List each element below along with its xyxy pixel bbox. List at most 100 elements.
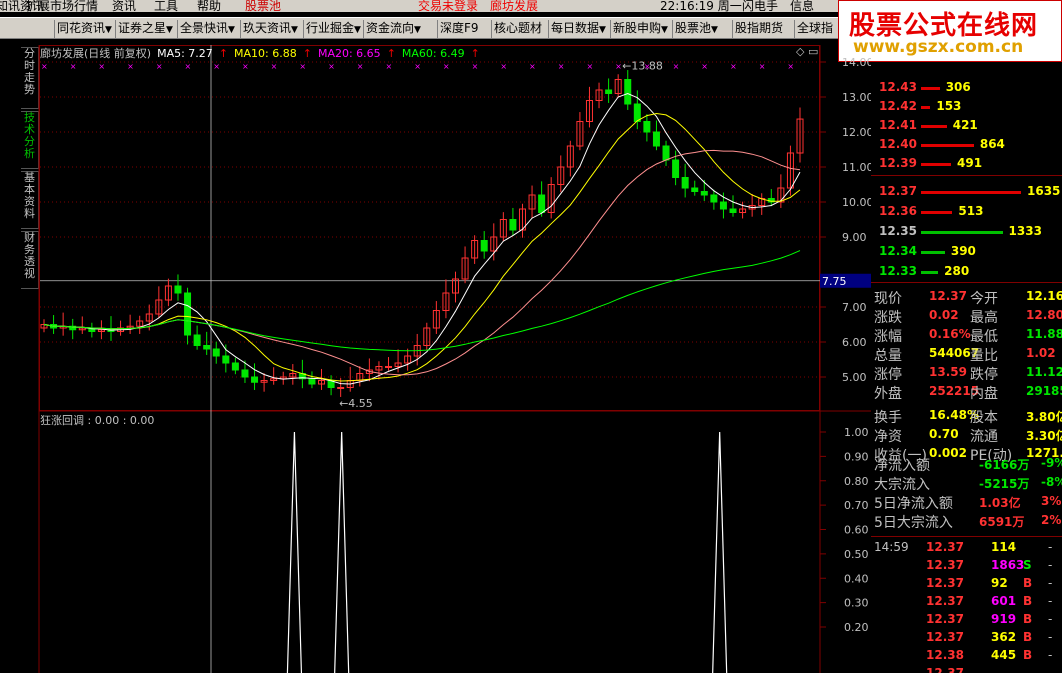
candle-body xyxy=(480,240,488,252)
menu-item-stock-pool[interactable]: 股票池 xyxy=(245,0,281,12)
bid-level: 12.37 1635 xyxy=(871,183,1062,201)
toolbar-separator xyxy=(732,20,733,38)
tick-marker: - xyxy=(1048,558,1053,572)
signal-marker: × xyxy=(615,62,622,71)
signal-marker: × xyxy=(414,62,421,71)
stat-label: 总量 xyxy=(874,348,902,364)
ask-level: 12.40 864 xyxy=(871,136,1062,154)
bid-price: 12.37 xyxy=(879,184,917,198)
toolbar-separator xyxy=(672,20,673,38)
bid-volume: 280 xyxy=(944,264,970,278)
toolbar-button-4[interactable]: 行业掘金▼ xyxy=(306,21,361,37)
stat-label: 涨跌 xyxy=(874,310,902,326)
volume-bar xyxy=(921,87,940,90)
toolbar-button-3[interactable]: 玖天资讯▼ xyxy=(243,21,298,37)
window-icon[interactable]: ▭ xyxy=(808,45,818,58)
price-axis-label: 12.00 xyxy=(842,126,871,139)
flow-row: 大宗流入 -5215万 -8% xyxy=(871,474,1062,493)
signal-marker: × xyxy=(472,62,479,71)
tick-marker: - xyxy=(1048,540,1053,554)
candle-body xyxy=(643,121,651,133)
menu-item-news[interactable]: 资讯 xyxy=(112,0,136,12)
osc-axis-label: 0.60 xyxy=(844,524,869,537)
toolbar-label: 证券之星 xyxy=(118,21,167,35)
oscillator-spike xyxy=(712,431,728,673)
ask-volume: 306 xyxy=(945,80,971,94)
tick-row: 12.38 445 B - xyxy=(871,647,1062,665)
candle-body xyxy=(385,366,393,368)
flow-row: 5日大宗流入 6591万 2% xyxy=(871,512,1062,531)
menu-item-info[interactable]: 信息 xyxy=(790,0,814,12)
price-axis-label: 9.00 xyxy=(842,231,867,244)
stat-label-2: 流通 xyxy=(970,429,998,445)
ma60-line xyxy=(43,250,801,352)
tick-side: S xyxy=(1023,558,1032,572)
candle-body xyxy=(710,194,718,203)
flow-label: 5日大宗流入 xyxy=(874,515,953,531)
toolbar-button-8[interactable]: 每日数据▼ xyxy=(551,21,606,37)
bid-volume: 390 xyxy=(950,244,976,258)
diamond-icon[interactable]: ◇ xyxy=(796,45,804,58)
ask-price: 12.42 xyxy=(879,99,917,113)
tick-row: 12.37 601 B - xyxy=(871,593,1062,611)
candle-body xyxy=(337,387,345,389)
osc-axis-label: 0.50 xyxy=(844,548,869,561)
signal-marker: × xyxy=(443,62,450,71)
chart-title: 廊坊发展(日线 前复权) MA5: 7.27 ↑ MA10: 6.88 ↑ MA20: 6… xyxy=(40,45,486,61)
candle-body xyxy=(691,187,699,192)
stat-row: 涨幅 0.16% 最低 11.88 xyxy=(871,326,1062,345)
bid-price: 12.36 xyxy=(879,204,917,218)
ask-volume: 421 xyxy=(952,118,978,132)
stat-label: 外盘 xyxy=(874,386,902,402)
toolbar-button-11[interactable]: 股指期货 xyxy=(735,21,783,37)
stat-value: 0.70 xyxy=(929,427,959,441)
flow-label: 净流入额 xyxy=(874,458,930,474)
toolbar-button-10[interactable]: 股票池▼ xyxy=(675,21,718,37)
volume-bar xyxy=(921,271,939,274)
stat-value-2: 291852 xyxy=(1026,384,1062,398)
tick-row: 12.37 - xyxy=(871,665,1062,673)
current-stock-name: 廊坊发展 xyxy=(490,0,539,12)
price-axis-label: 10.00 xyxy=(842,196,871,209)
ma60-label: MA60: 6.49 xyxy=(401,47,465,60)
dropdown-arrow-icon: ▼ xyxy=(599,25,606,35)
signal-marker: × xyxy=(787,62,794,71)
toolbar-button-2[interactable]: 全景快讯▼ xyxy=(180,21,235,37)
toolbar-button-7[interactable]: 核心题材 xyxy=(494,21,542,37)
chart-controls: ◇ ▭ xyxy=(796,45,818,58)
menu-item-flash[interactable]: 闪电手 xyxy=(742,0,778,12)
tick-side: B xyxy=(1023,612,1033,626)
menu-item-tools[interactable]: 工具 xyxy=(154,0,178,12)
candle-body xyxy=(605,89,613,94)
candle-body xyxy=(681,177,689,189)
toolbar-label: 深度F9 xyxy=(440,21,479,35)
tick-volume: 601 xyxy=(991,594,1017,608)
toolbar-button-0[interactable]: 同花资讯▼ xyxy=(57,21,112,37)
tick-volume: 362 xyxy=(991,630,1017,644)
volume-bar xyxy=(921,163,952,166)
menu-item-extended-market[interactable]: 扩展市场行情 xyxy=(26,0,98,12)
volume-bar xyxy=(921,251,945,254)
toolbar-separator xyxy=(240,20,241,38)
signal-marker: × xyxy=(299,62,306,71)
toolbar-button-5[interactable]: 资金流向▼ xyxy=(366,21,421,37)
tick-price: 12.38 xyxy=(926,648,964,662)
signal-marker: × xyxy=(500,62,507,71)
login-status[interactable]: 交易未登录 xyxy=(418,0,478,12)
kline-chart[interactable]: 14.00 13.00 12.00 11.00 10.00 9.00 7.00 6.00 5.0… xyxy=(0,40,871,673)
toolbar-separator xyxy=(115,20,116,38)
toolbar-separator xyxy=(437,20,438,38)
stat-value-2: 12.16 xyxy=(1026,289,1062,303)
toolbar-button-9[interactable]: 新股申购▼ xyxy=(613,21,668,37)
toolbar-button-1[interactable]: 证券之星▼ xyxy=(118,21,173,37)
toolbar-button-6[interactable]: 深度F9 xyxy=(440,21,479,37)
osc-axis-label: 0.80 xyxy=(844,475,869,488)
tick-row: 12.37 1863 S - xyxy=(871,557,1062,575)
ad-banner[interactable]: 股票公式在线网 www.gszx.com.cn xyxy=(838,0,1062,62)
toolbar-separator xyxy=(548,20,549,38)
tick-volume: 1863 xyxy=(991,558,1025,572)
dropdown-arrow-icon: ▼ xyxy=(105,25,112,35)
toolbar-button-12[interactable]: 全球指 xyxy=(797,21,833,37)
menu-item-help[interactable]: 帮助 xyxy=(197,0,221,12)
toolbar-label: 同花资讯 xyxy=(57,21,106,35)
